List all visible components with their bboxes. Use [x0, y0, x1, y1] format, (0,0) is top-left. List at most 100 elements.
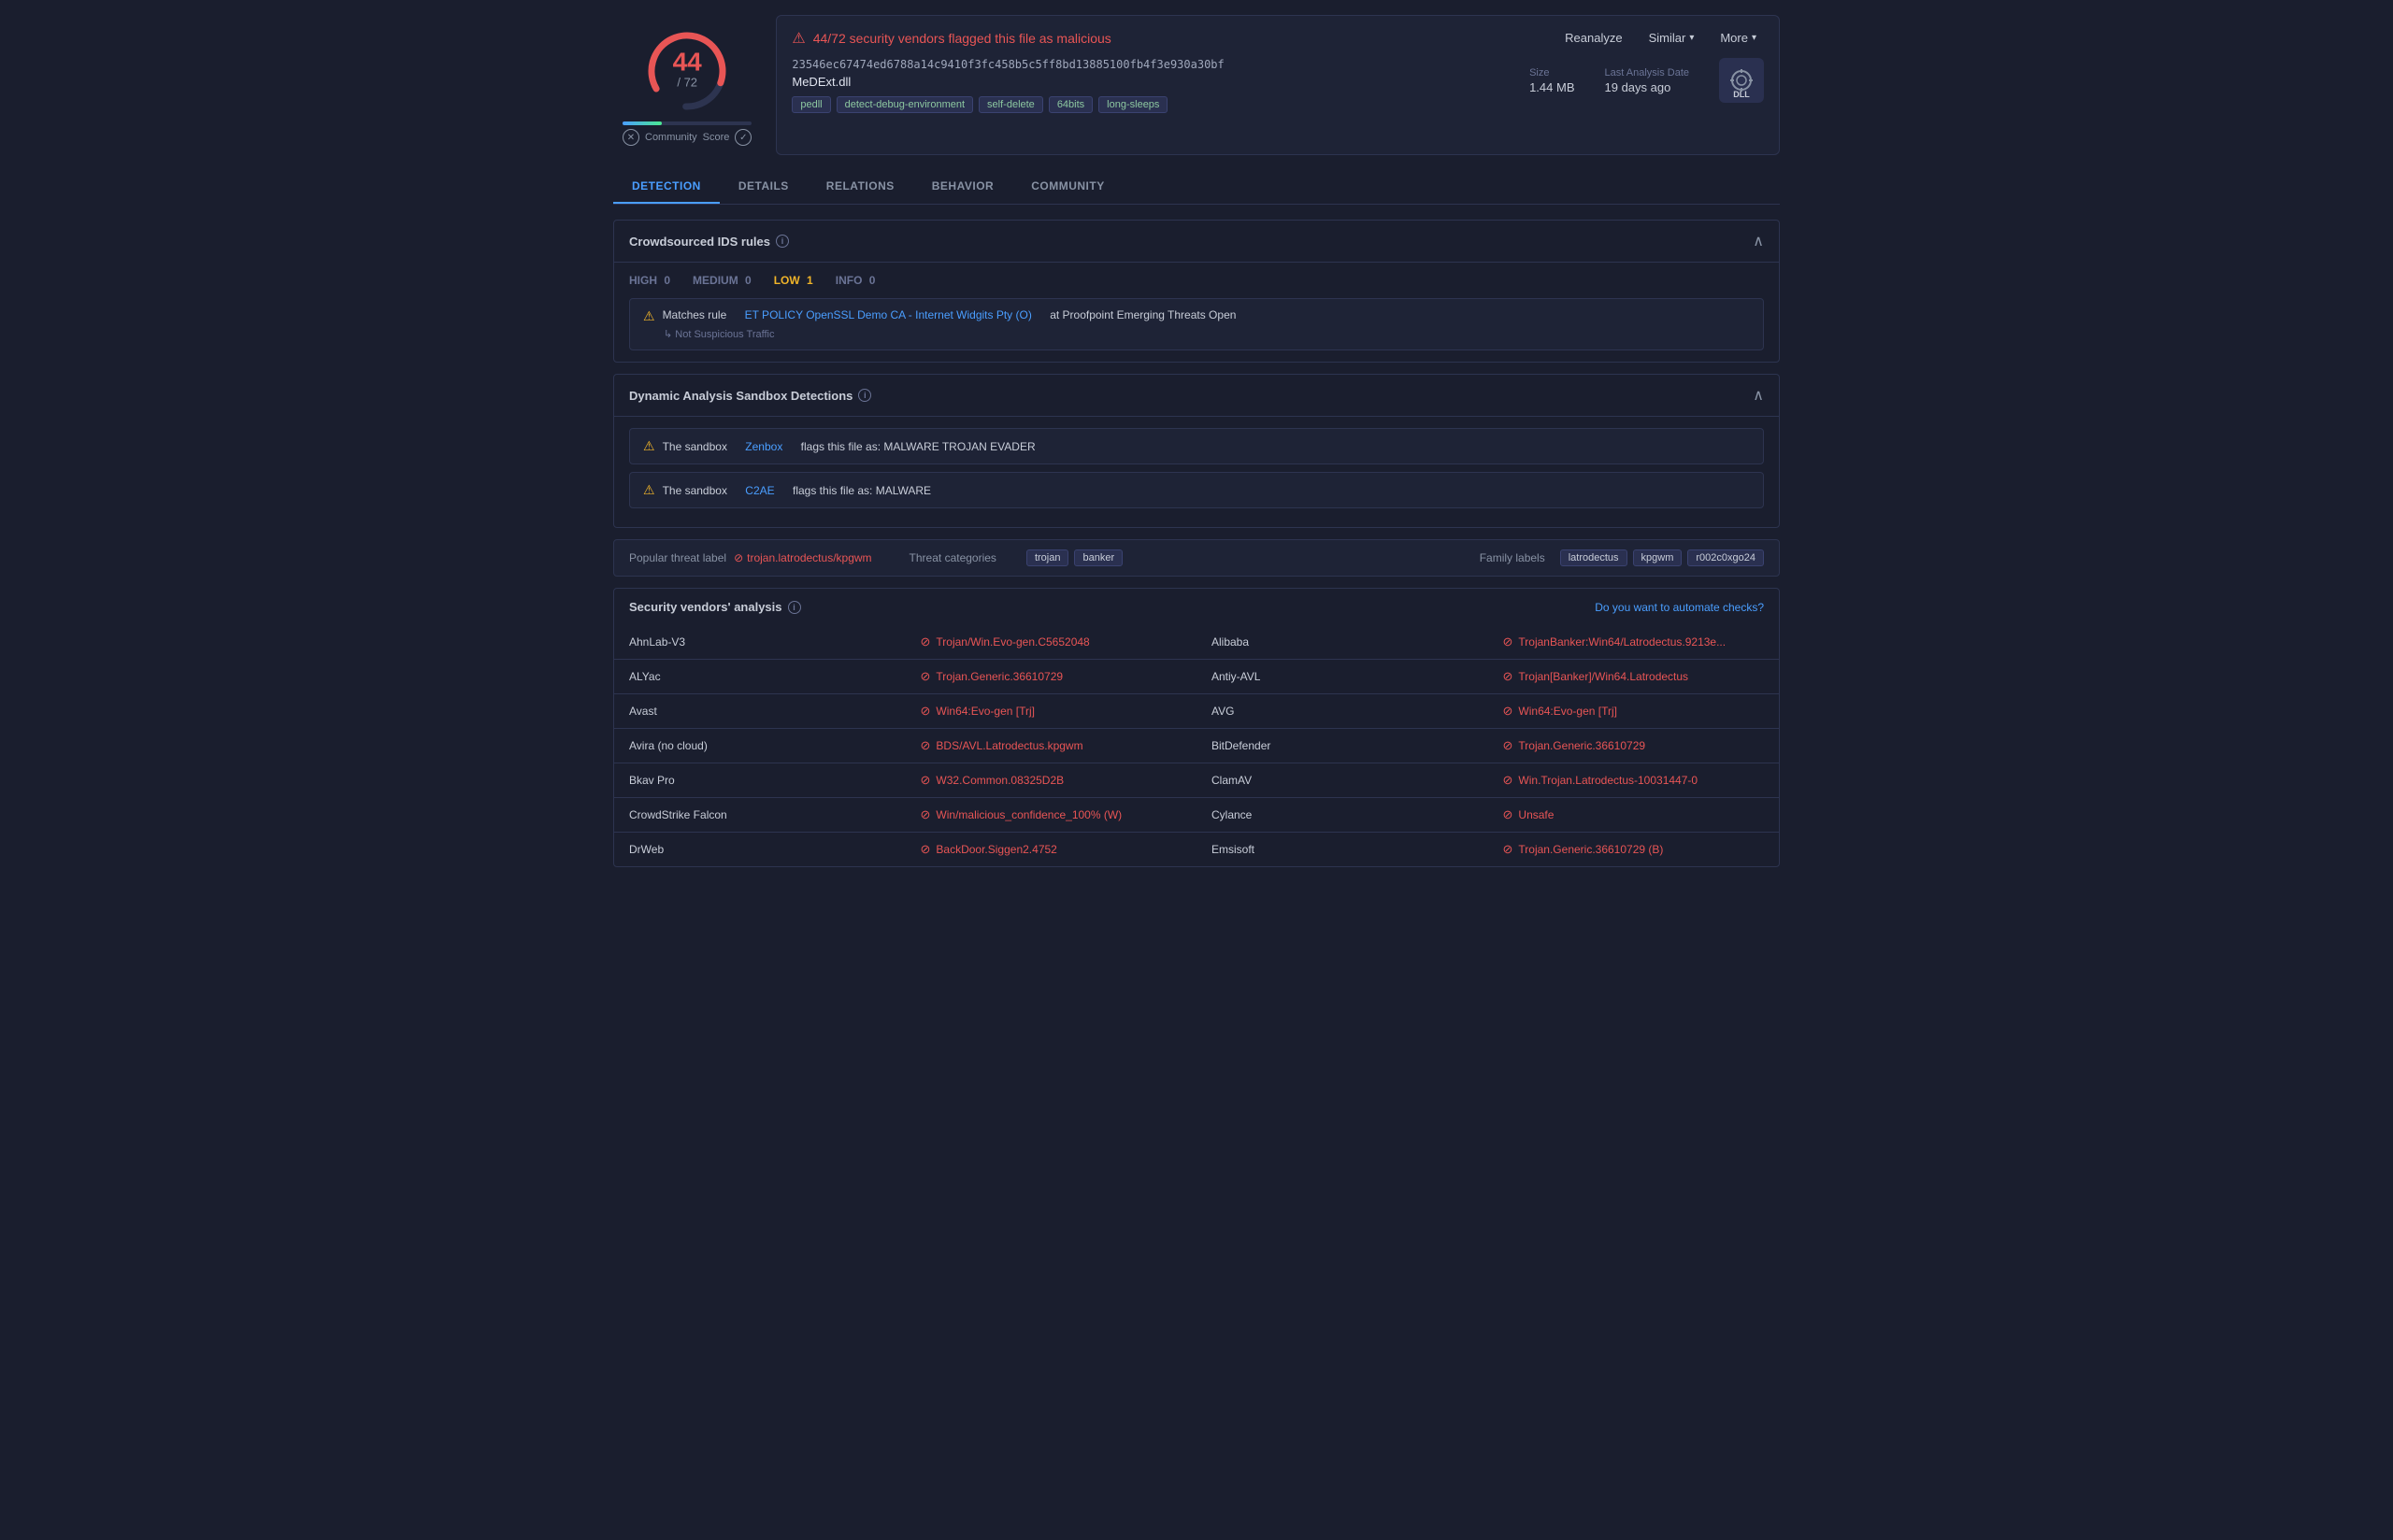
family-tag-2[interactable]: r002c0xgo24 — [1687, 549, 1764, 566]
ids-filter-high[interactable]: HIGH 0 — [629, 274, 670, 287]
tag-64bits[interactable]: 64bits — [1049, 96, 1093, 113]
ids-filter-info[interactable]: INFO 0 — [836, 274, 876, 287]
detection-text: Win.Trojan.Latrodectus-10031447-0 — [1518, 774, 1698, 787]
tag-self-delete[interactable]: self-delete — [979, 96, 1043, 113]
vendor-name: ClamAV — [1196, 763, 1488, 798]
tag-detect[interactable]: detect-debug-environment — [837, 96, 973, 113]
score-denom: / 72 — [677, 75, 697, 89]
tag-pedll[interactable]: pedll — [792, 96, 830, 113]
vendor-name: DrWeb — [614, 833, 906, 867]
automate-link[interactable]: Do you want to automate checks? — [1595, 601, 1764, 614]
tab-behavior[interactable]: BEHAVIOR — [913, 170, 1012, 204]
vendor-name: Emsisoft — [1196, 833, 1488, 867]
alert-circle-icon: ⊘ — [921, 842, 931, 857]
table-row: Bkav Pro ⊘ W32.Common.08325D2B ClamAV ⊘ … — [614, 763, 1779, 798]
vendor-detection: ⊘ Win64:Evo-gen [Trj] — [1488, 694, 1780, 729]
vendor-detection: ⊘ TrojanBanker:Win64/Latrodectus.9213e..… — [1488, 625, 1780, 660]
vendor-detection: ⊘ Win/malicious_confidence_100% (W) — [906, 798, 1197, 833]
date-label: Last Analysis Date — [1605, 67, 1690, 78]
ids-collapse-button[interactable]: ∧ — [1753, 232, 1764, 250]
table-row: AhnLab-V3 ⊘ Trojan/Win.Evo-gen.C5652048 … — [614, 625, 1779, 660]
ids-info-icon[interactable]: i — [776, 235, 789, 248]
detection-text: BDS/AVL.Latrodectus.kpgwm — [936, 739, 1082, 752]
sandbox-prefix-1: The sandbox — [663, 484, 727, 497]
chevron-down-icon: ▾ — [1689, 33, 1694, 43]
vendor-detection: ⊘ Win.Trojan.Latrodectus-10031447-0 — [1488, 763, 1780, 798]
similar-button[interactable]: Similar ▾ — [1641, 27, 1702, 49]
vendor-detection: ⊘ BackDoor.Siggen2.4752 — [906, 833, 1197, 867]
table-row: Avast ⊘ Win64:Evo-gen [Trj] AVG ⊘ Win64:… — [614, 694, 1779, 729]
sandbox-section-title: Dynamic Analysis Sandbox Detections i — [629, 389, 871, 403]
alert-circle-icon: ⊘ — [1503, 738, 1513, 753]
check-icon: ✓ — [735, 129, 752, 146]
alert-circle-icon: ⊘ — [1503, 773, 1513, 788]
tab-detection[interactable]: DETECTION — [613, 170, 720, 204]
alert-circle-icon: ⊘ — [921, 669, 931, 684]
table-row: ALYac ⊘ Trojan.Generic.36610729 Antiy-AV… — [614, 660, 1779, 694]
analysis-date: Last Analysis Date 19 days ago — [1605, 67, 1690, 94]
tabs-row: DETECTION DETAILS RELATIONS BEHAVIOR COM… — [613, 170, 1780, 205]
ids-sub-text: ↳ Not Suspicious Traffic — [643, 328, 1750, 340]
popular-threat-label: Popular threat label — [629, 551, 726, 564]
alert-circle-icon: ⊘ — [1503, 842, 1513, 857]
vendor-name: Avira (no cloud) — [614, 729, 906, 763]
cat-tag-banker[interactable]: banker — [1074, 549, 1123, 566]
vendor-detection: ⊘ W32.Common.08325D2B — [906, 763, 1197, 798]
vendors-title: Security vendors' analysis i — [629, 600, 801, 614]
warning-icon: ⚠ — [643, 438, 655, 454]
alert-circle-icon: ⊘ — [1503, 669, 1513, 684]
family-tag-0[interactable]: latrodectus — [1560, 549, 1627, 566]
cat-tag-trojan[interactable]: trojan — [1026, 549, 1069, 566]
vendor-detection: ⊘ Trojan[Banker]/Win64.Latrodectus — [1488, 660, 1780, 694]
score-panel: 44 / 72 ✕ Community Score ✓ — [613, 15, 761, 155]
ids-rule-link[interactable]: ET POLICY OpenSSL Demo CA - Internet Wid… — [745, 308, 1032, 321]
reanalyze-button[interactable]: Reanalyze — [1557, 27, 1629, 49]
tag-long-sleeps[interactable]: long-sleeps — [1098, 96, 1168, 113]
sandbox-info-icon[interactable]: i — [858, 389, 871, 402]
sandbox-collapse-button[interactable]: ∧ — [1753, 386, 1764, 405]
sandbox-suffix-1: flags this file as: MALWARE — [793, 484, 931, 497]
tags-row: pedll detect-debug-environment self-dele… — [792, 96, 1529, 113]
close-icon: ✕ — [623, 129, 639, 146]
tab-relations[interactable]: RELATIONS — [808, 170, 913, 204]
vendor-detection: ⊘ Trojan.Generic.36610729 — [906, 660, 1197, 694]
sandbox-section-header: Dynamic Analysis Sandbox Detections i ∧ — [614, 375, 1779, 417]
more-button[interactable]: More ▾ — [1712, 27, 1764, 49]
alert-circle-icon: ⊘ — [921, 635, 931, 649]
sandbox-suffix-0: flags this file as: MALWARE TROJAN EVADE… — [801, 440, 1036, 453]
alert-header: ⚠ 44/72 security vendors flagged this fi… — [792, 27, 1764, 49]
family-tags: latrodectus kpgwm r002c0xgo24 — [1560, 549, 1764, 566]
ids-filters: HIGH 0 MEDIUM 0 LOW 1 INFO 0 — [629, 274, 1764, 287]
file-name: MeDExt.dll — [792, 75, 1529, 89]
gauge-text: 44 / 72 — [673, 49, 702, 89]
sandbox-link-1[interactable]: C2AE — [745, 484, 774, 497]
vendor-name: Antiy-AVL — [1196, 660, 1488, 694]
vendors-section: Security vendors' analysis i Do you want… — [613, 588, 1780, 867]
vendor-detection: ⊘ Trojan.Generic.36610729 (B) — [1488, 833, 1780, 867]
tab-community[interactable]: COMMUNITY — [1012, 170, 1124, 204]
gauge-fill — [623, 121, 662, 125]
alert-panel: ⚠ 44/72 security vendors flagged this fi… — [776, 15, 1780, 155]
vendor-detection: ⊘ Win64:Evo-gen [Trj] — [906, 694, 1197, 729]
ids-filter-low[interactable]: LOW 1 — [774, 274, 813, 287]
vendor-detection: ⊘ Trojan/Win.Evo-gen.C5652048 — [906, 625, 1197, 660]
community-score-row: ✕ Community Score ✓ — [623, 129, 752, 146]
detection-text: Win64:Evo-gen [Trj] — [936, 705, 1035, 718]
size-label: Size — [1529, 67, 1574, 78]
table-row: Avira (no cloud) ⊘ BDS/AVL.Latrodectus.k… — [614, 729, 1779, 763]
detection-text: TrojanBanker:Win64/Latrodectus.9213e... — [1518, 635, 1726, 649]
ids-filter-medium[interactable]: MEDIUM 0 — [693, 274, 752, 287]
family-tag-1[interactable]: kpgwm — [1633, 549, 1683, 566]
popular-threat-value[interactable]: ⊘ trojan.latrodectus/kpgwm — [734, 551, 871, 564]
file-hash: 23546ec67474ed6788a14c9410f3fc458b5c5ff8… — [792, 58, 1529, 71]
sandbox-row-0: ⚠ The sandbox Zenbox flags this file as:… — [629, 428, 1764, 464]
threat-warning-icon: ⊘ — [734, 551, 743, 564]
sandbox-link-0[interactable]: Zenbox — [745, 440, 782, 453]
vendors-info-icon[interactable]: i — [788, 601, 801, 614]
ids-section-header: Crowdsourced IDS rules i ∧ — [614, 221, 1779, 263]
tab-details[interactable]: DETAILS — [720, 170, 808, 204]
alert-circle-icon: ⊘ — [921, 738, 931, 753]
chevron-down-icon: ▾ — [1752, 33, 1756, 43]
alert-circle-icon: ⊘ — [1503, 704, 1513, 719]
vendor-detection: ⊘ Unsafe — [1488, 798, 1780, 833]
